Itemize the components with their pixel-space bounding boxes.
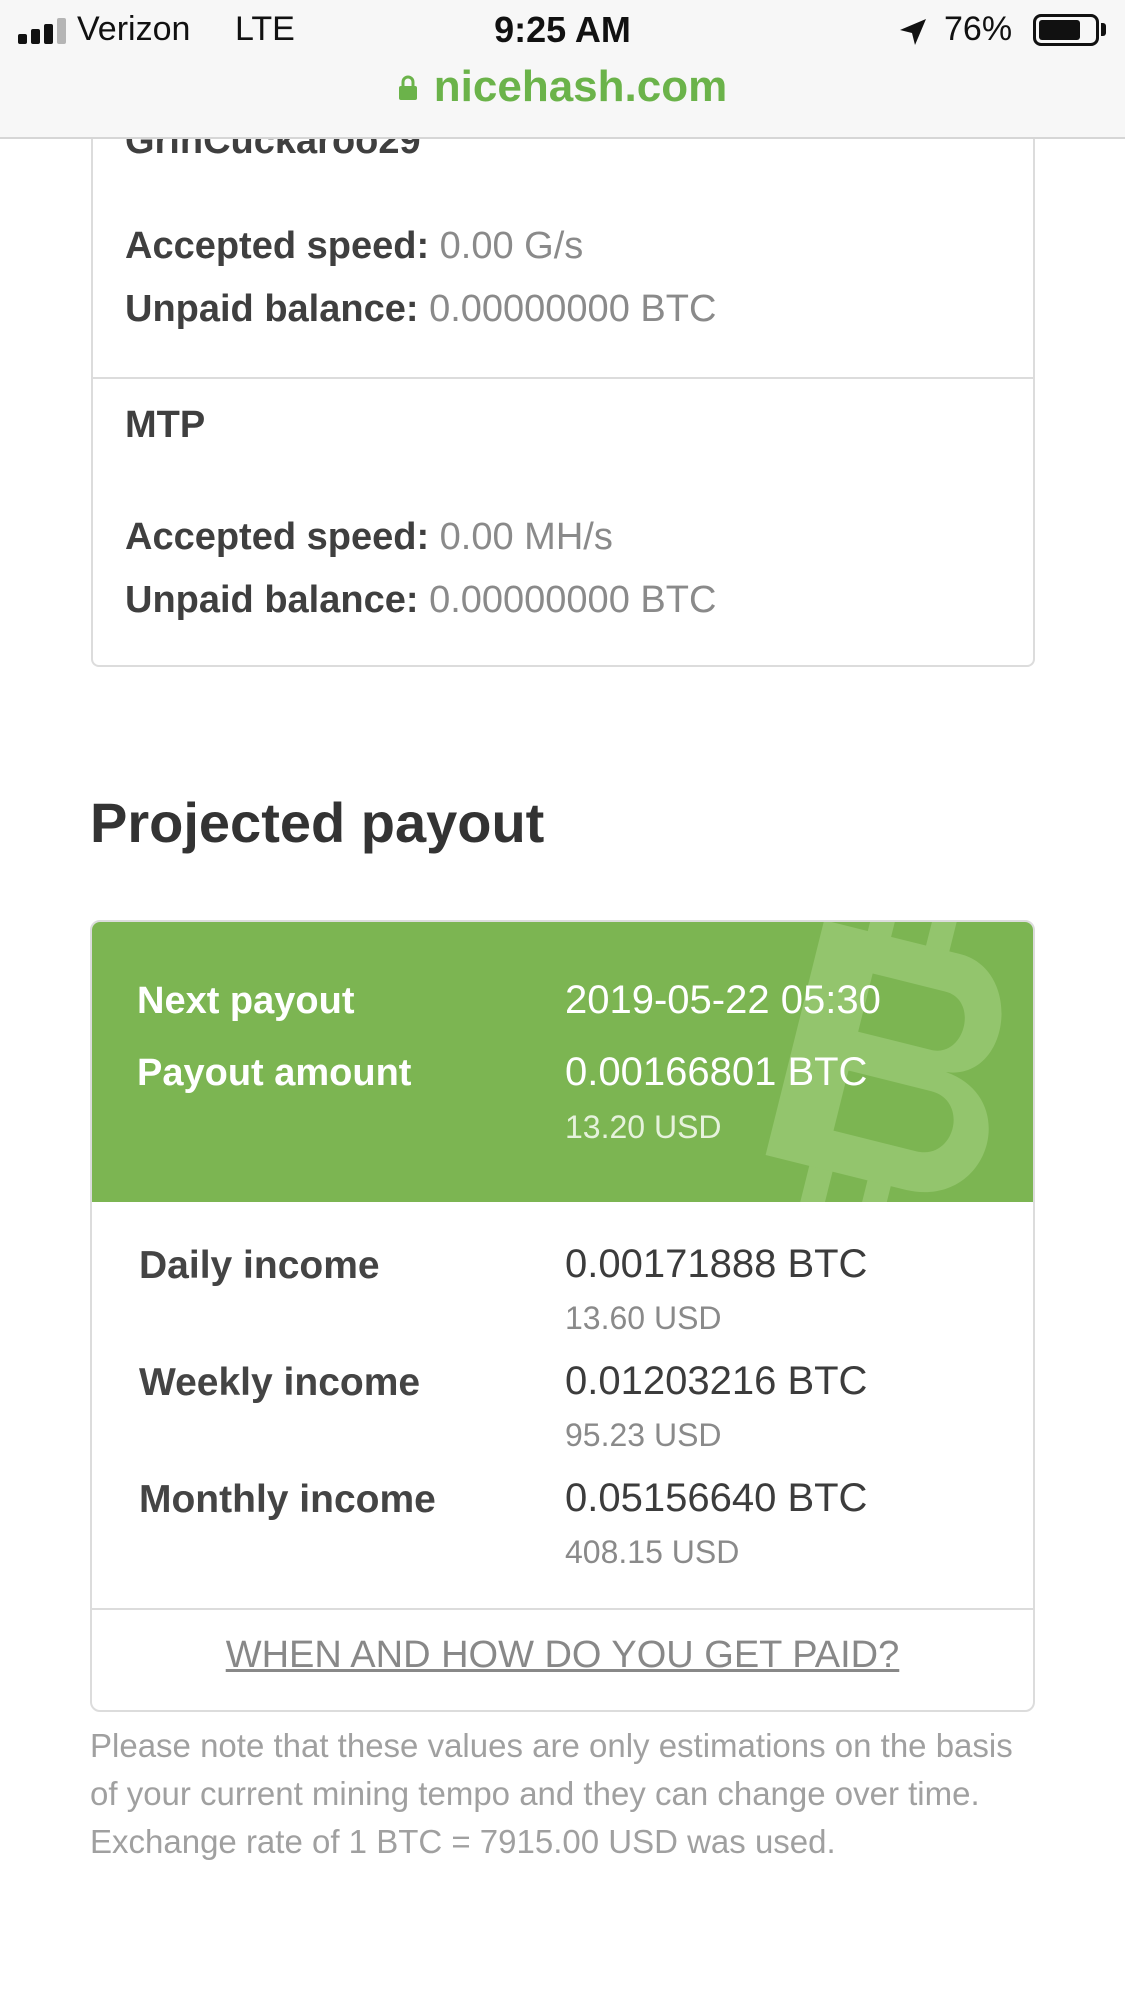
accepted-speed-label: Accepted speed: xyxy=(125,516,430,558)
payout-amount-btc: 0.00166801 BTC xyxy=(565,1050,868,1094)
daily-income-btc: 0.00171888 BTC xyxy=(565,1242,868,1286)
unpaid-balance-value: 0.00000000 BTC xyxy=(429,288,717,330)
payout-amount-usd: 13.20 USD xyxy=(565,1109,722,1145)
divider xyxy=(93,377,1033,379)
payout-amount-label: Payout amount xyxy=(137,1052,412,1094)
battery-percentage: 76% xyxy=(944,10,1013,48)
monthly-income-usd: 408.15 USD xyxy=(565,1534,740,1570)
unpaid-balance-row: Unpaid balance: 0.00000000 BTC xyxy=(125,579,716,622)
weekly-income-label: Weekly income xyxy=(139,1361,421,1404)
battery-icon xyxy=(1033,14,1099,46)
payout-summary-panel: Next payout 2019-05-22 05:30 Payout amou… xyxy=(92,922,1033,1202)
algorithm-name: MTP xyxy=(125,404,206,446)
daily-income-label: Daily income xyxy=(139,1244,380,1287)
unpaid-balance-value: 0.00000000 BTC xyxy=(429,579,717,621)
accepted-speed-value: 0.00 MH/s xyxy=(439,516,613,558)
divider xyxy=(92,1608,1033,1610)
unpaid-balance-label: Unpaid balance: xyxy=(125,288,419,330)
browser-top-bar: Verizon LTE 9:25 AM 76% nicehash.com xyxy=(0,0,1125,139)
unpaid-balance-row: Unpaid balance: 0.00000000 BTC xyxy=(125,288,716,331)
monthly-income-label: Monthly income xyxy=(139,1478,436,1521)
weekly-income-usd: 95.23 USD xyxy=(565,1417,722,1453)
accepted-speed-row: Accepted speed: 0.00 G/s xyxy=(125,225,583,268)
address-bar[interactable]: nicehash.com xyxy=(0,62,1125,122)
when-how-paid-link[interactable]: WHEN AND HOW DO YOU GET PAID? xyxy=(92,1634,1033,1677)
accepted-speed-value: 0.00 G/s xyxy=(439,225,584,267)
accepted-speed-row: Accepted speed: 0.00 MH/s xyxy=(125,516,613,559)
estimation-note: Please note that these values are only e… xyxy=(90,1727,1013,1860)
unpaid-balance-label: Unpaid balance: xyxy=(125,579,419,621)
battery-tip xyxy=(1101,23,1106,36)
algorithm-stats-card: GrinCuckaroo29 Accepted speed: 0.00 G/s … xyxy=(91,100,1035,667)
url-text[interactable]: nicehash.com xyxy=(434,62,727,112)
location-arrow-icon xyxy=(900,19,926,45)
weekly-income-btc: 0.01203216 BTC xyxy=(565,1359,868,1403)
daily-income-usd: 13.60 USD xyxy=(565,1300,722,1336)
section-title: Projected payout xyxy=(90,791,545,854)
status-bar: Verizon LTE 9:25 AM 76% xyxy=(0,0,1125,62)
monthly-income-btc: 0.05156640 BTC xyxy=(565,1476,868,1520)
accepted-speed-label: Accepted speed: xyxy=(125,225,430,267)
next-payout-label: Next payout xyxy=(137,980,355,1022)
next-payout-value: 2019-05-22 05:30 xyxy=(565,978,881,1022)
projected-payout-card: Next payout 2019-05-22 05:30 Payout amou… xyxy=(90,920,1035,1712)
lock-icon xyxy=(398,75,417,100)
